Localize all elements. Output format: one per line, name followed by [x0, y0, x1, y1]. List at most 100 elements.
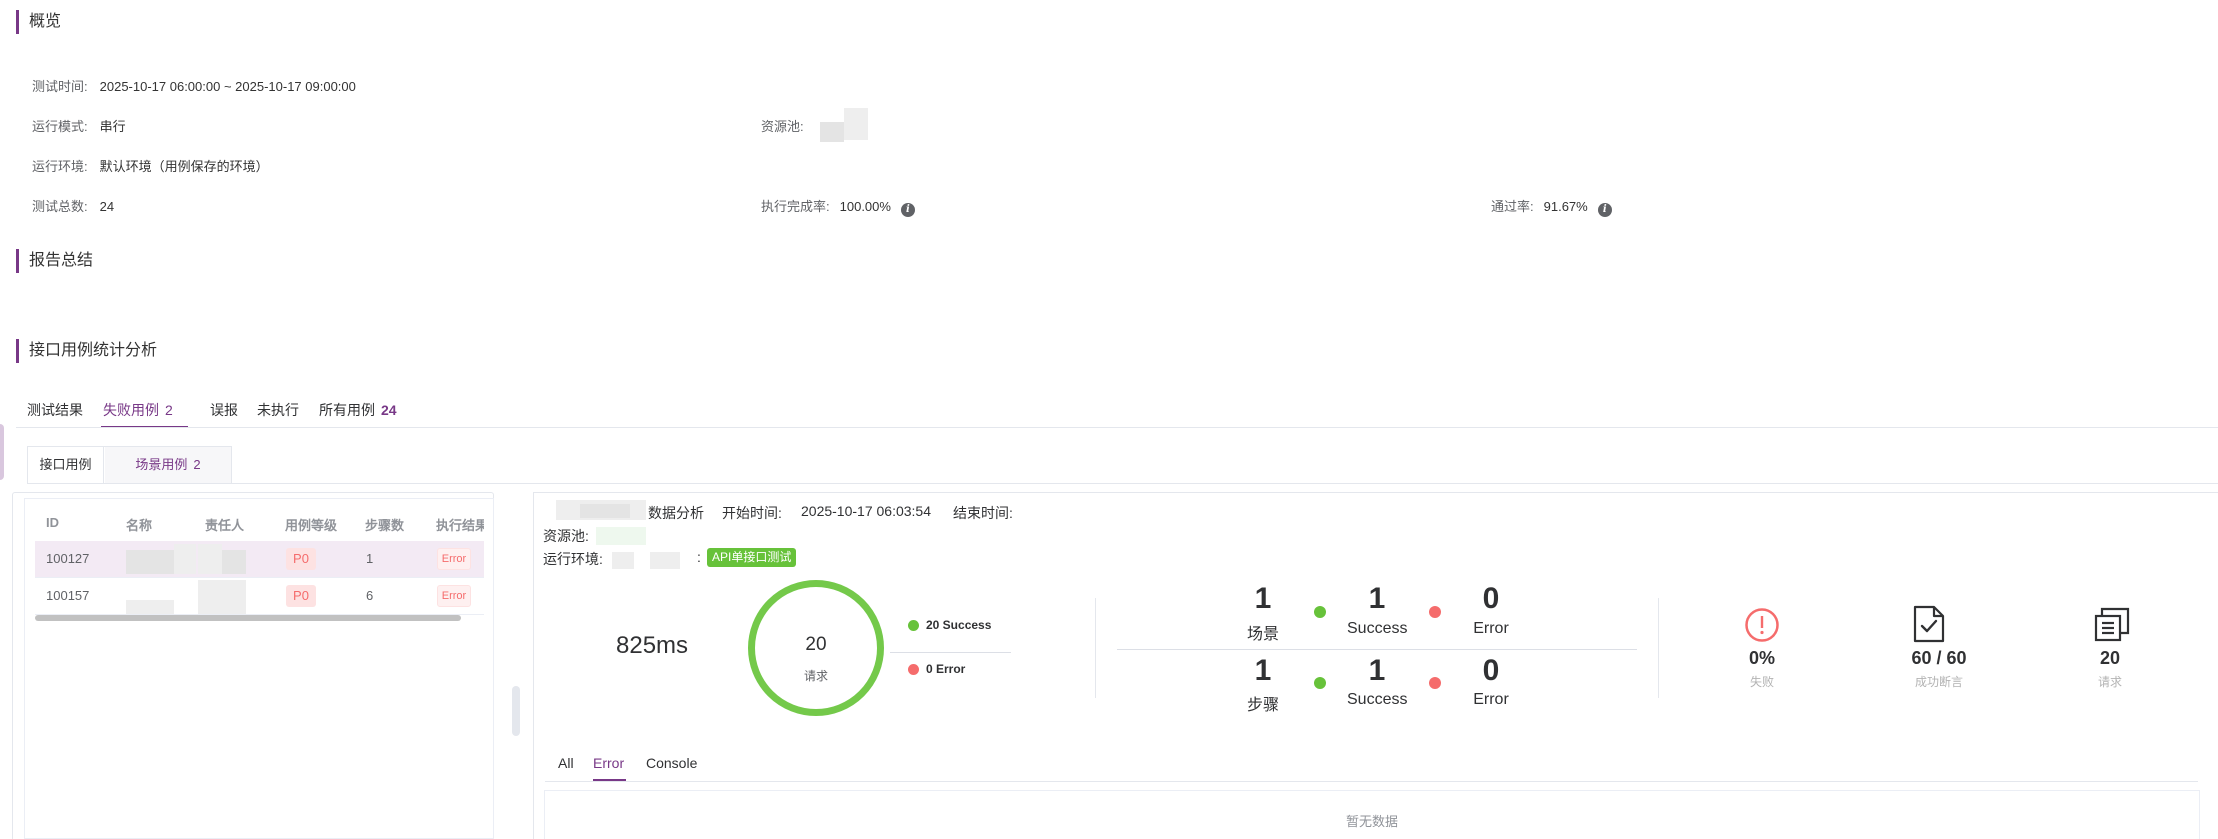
legend-error-dot: [908, 664, 919, 675]
detail-resource-pool-redacted: [596, 527, 646, 545]
run-mode: 运行模式: 串行: [32, 119, 126, 134]
detail-env-redacted: [612, 552, 634, 569]
step-error-label: Error: [1473, 691, 1509, 708]
total-value: 24: [99, 199, 115, 214]
legend-error: 0 Error: [926, 662, 966, 676]
row2-steps: 6: [366, 588, 374, 603]
row1-owner-redacted: [222, 550, 246, 574]
step-success-label: Success: [1347, 691, 1408, 708]
requests-icon: [2094, 606, 2132, 647]
fail-label: 失败: [1749, 675, 1774, 689]
col-result[interactable]: 执行结果: [436, 515, 484, 533]
requests-value: 20: [2099, 648, 2121, 668]
row2-id[interactable]: 100157: [46, 588, 89, 603]
splitter-handle[interactable]: [512, 686, 520, 736]
row1-level-badge: P0: [286, 548, 316, 570]
tab-test-results[interactable]: 测试结果: [27, 400, 83, 420]
detail-env-label: 运行环境:: [543, 551, 603, 567]
vertical-divider-1: [1095, 598, 1096, 698]
legend-divider: [890, 652, 1011, 653]
exec-rate-value: 100.00%: [839, 199, 891, 214]
subtab-scenario-cases[interactable]: 场景用例 2: [105, 447, 231, 484]
subtab-divider: [27, 483, 2218, 484]
tab-all-cases[interactable]: 所有用例 24: [319, 400, 397, 420]
step-error-dot: [1429, 677, 1441, 689]
scenario-success-label: Success: [1347, 620, 1408, 637]
log-tab-all[interactable]: All: [558, 755, 574, 771]
row1-result-badge: Error: [437, 548, 471, 570]
row1-owner-redacted-2: [198, 544, 222, 574]
col-level[interactable]: 用例等级: [285, 515, 337, 534]
col-id[interactable]: ID: [46, 515, 59, 530]
log-tab-error[interactable]: Error: [593, 755, 624, 771]
fail-icon: [1744, 607, 1780, 648]
detail-name-redacted-2: [580, 504, 630, 518]
exec-rate: 执行完成率: 100.00% i: [761, 196, 915, 217]
scenario-error-dot: [1429, 606, 1441, 618]
row2-result-badge: Error: [437, 585, 471, 607]
test-time-value: 2025-10-17 06:00:00 ~ 2025-10-17 09:00:0…: [99, 79, 356, 94]
scenario-success-count: 1: [1368, 582, 1386, 615]
subtab-interface-cases[interactable]: 接口用例: [28, 447, 104, 484]
info-icon[interactable]: i: [900, 203, 915, 217]
detail-resource-pool-label: 资源池:: [543, 528, 589, 544]
row2-level-badge: P0: [286, 585, 316, 607]
table-row-highlight: [35, 541, 484, 577]
log-tab-console[interactable]: Console: [646, 755, 697, 771]
pass-rate-value: 91.67%: [1543, 199, 1588, 214]
scenario-label: 场景: [1246, 626, 1279, 643]
table-scrollbar[interactable]: [35, 615, 461, 621]
scenario-success-dot: [1314, 606, 1326, 618]
summary-title: 报告总结: [16, 249, 93, 273]
resource-pool-redacted-2: [844, 108, 868, 140]
table-row-divider: [35, 577, 484, 578]
assertions-label: 成功断言: [1914, 675, 1963, 689]
total: 测试总数: 24: [32, 199, 115, 214]
stats-divider: [1117, 649, 1637, 650]
col-result-clip: 执行结果: [434, 515, 484, 533]
env: 运行环境: 默认环境（用例保存的环境）: [32, 159, 269, 174]
ring-label: 请求: [803, 669, 828, 683]
col-steps[interactable]: 步骤数: [365, 515, 404, 534]
step-error-count: 0: [1482, 654, 1500, 687]
scenario-count: 1: [1254, 582, 1272, 615]
env-value: 默认环境（用例保存的环境）: [99, 159, 269, 174]
data-analysis-label: 数据分析: [648, 505, 704, 521]
run-mode-value: 串行: [99, 119, 126, 134]
col-owner[interactable]: 责任人: [205, 515, 244, 534]
row1-name-redacted: [126, 550, 174, 574]
env-tag: API单接口测试: [707, 548, 797, 567]
start-time-value: 2025-10-17 06:03:54: [801, 503, 931, 519]
ring-count: 20: [805, 634, 827, 655]
detail-env-colon: :: [697, 549, 701, 565]
step-label: 步骤: [1246, 697, 1279, 714]
test-time: 测试时间: 2025-10-17 06:00:00 ~ 2025-10-17 09…: [32, 79, 356, 94]
step-success-count: 1: [1368, 654, 1386, 687]
legend-success-dot: [908, 620, 919, 631]
row1-name-redacted-2: [174, 544, 196, 574]
vertical-divider-2: [1658, 598, 1659, 698]
tabs-divider: [16, 427, 2218, 428]
fail-rate: 0%: [1748, 648, 1775, 668]
log-tabs-divider: [545, 781, 2198, 782]
start-time-label: 开始时间:: [722, 505, 782, 521]
analysis-title: 接口用例统计分析: [16, 339, 157, 363]
row1-id[interactable]: 100127: [46, 551, 89, 566]
left-edge-accent: [0, 424, 4, 480]
scenario-error-count: 0: [1482, 582, 1500, 615]
legend-success: 20 Success: [926, 618, 992, 632]
tab-not-executed[interactable]: 未执行: [257, 400, 299, 420]
overview-title: 概览: [16, 10, 61, 34]
assertion-icon: [1912, 605, 1946, 648]
row2-name-redacted: [126, 600, 174, 614]
pass-rate: 通过率: 91.67% i: [1491, 196, 1612, 217]
resource-pool: 资源池:: [761, 119, 804, 134]
info-icon[interactable]: i: [1597, 203, 1612, 217]
col-name[interactable]: 名称: [126, 515, 152, 534]
step-success-dot: [1314, 677, 1326, 689]
end-time-label: 结束时间:: [953, 505, 1013, 521]
duration-value: 825ms: [616, 632, 689, 659]
row1-steps: 1: [366, 551, 374, 566]
tab-false-positive[interactable]: 误报: [210, 400, 238, 420]
tab-failed-cases[interactable]: 失败用例 2: [103, 400, 173, 420]
